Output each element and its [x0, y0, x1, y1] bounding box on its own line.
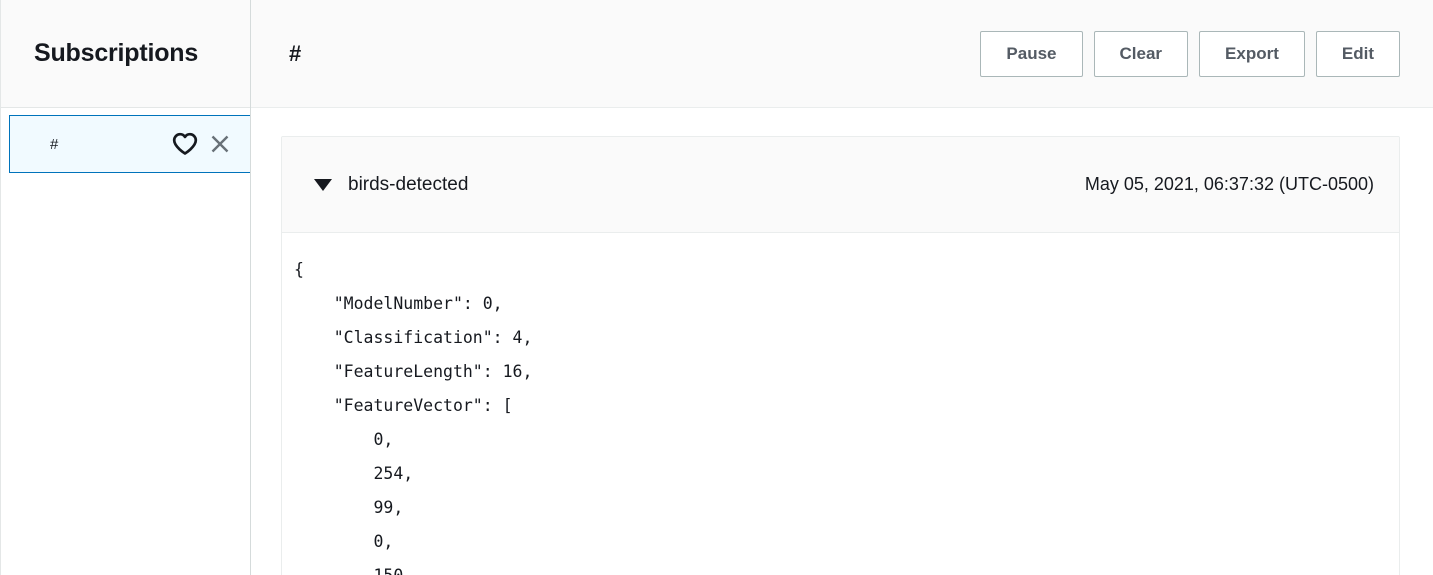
edit-button[interactable]: Edit — [1315, 30, 1400, 77]
message-card: birds-detected May 05, 2021, 06:37:32 (U… — [281, 136, 1400, 575]
caret-down-icon — [314, 178, 332, 191]
main-panel: # Pause Clear Export Edit birds-detected… — [251, 0, 1433, 575]
subscription-list: # — [1, 108, 250, 575]
subscription-item-actions — [172, 132, 232, 156]
message-topic: birds-detected — [348, 173, 469, 195]
message-payload: { "ModelNumber": 0, "Classification": 4,… — [294, 260, 533, 575]
export-button[interactable]: Export — [1199, 30, 1305, 77]
header-action-buttons: Pause Clear Export Edit — [980, 30, 1400, 77]
close-icon[interactable] — [208, 132, 232, 156]
main-header: # Pause Clear Export Edit — [251, 0, 1433, 108]
pause-button[interactable]: Pause — [980, 30, 1083, 77]
sidebar-title: Subscriptions — [34, 39, 199, 67]
page-title: # — [289, 40, 302, 66]
clear-button[interactable]: Clear — [1093, 30, 1189, 77]
subscription-list-item[interactable]: # — [9, 115, 250, 173]
sidebar-header: Subscriptions — [1, 0, 250, 108]
subscription-topic-label: # — [50, 135, 59, 153]
message-expand-toggle[interactable]: birds-detected — [314, 174, 1085, 196]
subscriptions-sidebar: Subscriptions # — [0, 0, 251, 575]
message-timestamp: May 05, 2021, 06:37:32 (UTC-0500) — [1084, 174, 1374, 194]
heart-icon[interactable] — [172, 132, 198, 156]
message-card-body: { "ModelNumber": 0, "Classification": 4,… — [282, 233, 1399, 575]
message-card-header: birds-detected May 05, 2021, 06:37:32 (U… — [282, 137, 1399, 233]
mqtt-test-client: Subscriptions # # Pause Clear Export Edi… — [0, 0, 1433, 575]
message-list: birds-detected May 05, 2021, 06:37:32 (U… — [251, 108, 1433, 575]
